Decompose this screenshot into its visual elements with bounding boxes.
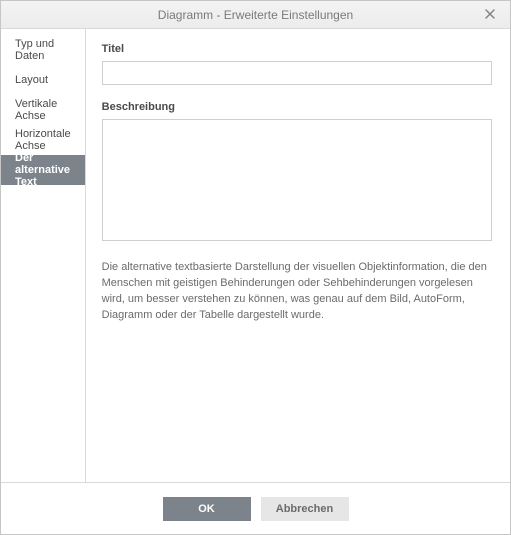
cancel-button[interactable]: Abbrechen [261, 497, 349, 521]
sidebar-item-label: Der alternative Text [15, 152, 71, 188]
description-textarea[interactable] [102, 119, 492, 241]
dialog-title: Diagramm - Erweiterte Einstellungen [158, 8, 353, 22]
sidebar-item-label: Vertikale Achse [15, 98, 71, 122]
dialog-body: Typ und Daten Layout Vertikale Achse Hor… [1, 29, 510, 482]
sidebar-item-label: Horizontale Achse [15, 128, 71, 152]
titlebar: Diagramm - Erweiterte Einstellungen [1, 1, 510, 29]
help-text: Die alternative textbasierte Darstellung… [102, 260, 492, 324]
sidebar-item-alt-text[interactable]: Der alternative Text [1, 155, 85, 185]
dialog-footer: OK Abbrechen [1, 482, 510, 534]
ok-button[interactable]: OK [163, 497, 251, 521]
close-button[interactable] [476, 1, 504, 29]
description-group: Beschreibung [102, 101, 492, 244]
title-input[interactable] [102, 61, 492, 85]
description-label: Beschreibung [102, 101, 492, 113]
dialog-window: Diagramm - Erweiterte Einstellungen Typ … [0, 0, 511, 535]
close-icon [485, 6, 495, 24]
sidebar-item-vertical-axis[interactable]: Vertikale Achse [1, 95, 85, 125]
content-panel: Titel Beschreibung Die alternative textb… [86, 29, 510, 482]
sidebar-item-label: Typ und Daten [15, 38, 71, 62]
sidebar: Typ und Daten Layout Vertikale Achse Hor… [1, 29, 86, 482]
sidebar-item-label: Layout [15, 74, 48, 86]
title-group: Titel [102, 43, 492, 85]
sidebar-item-layout[interactable]: Layout [1, 65, 85, 95]
sidebar-item-type-data[interactable]: Typ und Daten [1, 35, 85, 65]
sidebar-item-horizontal-axis[interactable]: Horizontale Achse [1, 125, 85, 155]
title-label: Titel [102, 43, 492, 55]
